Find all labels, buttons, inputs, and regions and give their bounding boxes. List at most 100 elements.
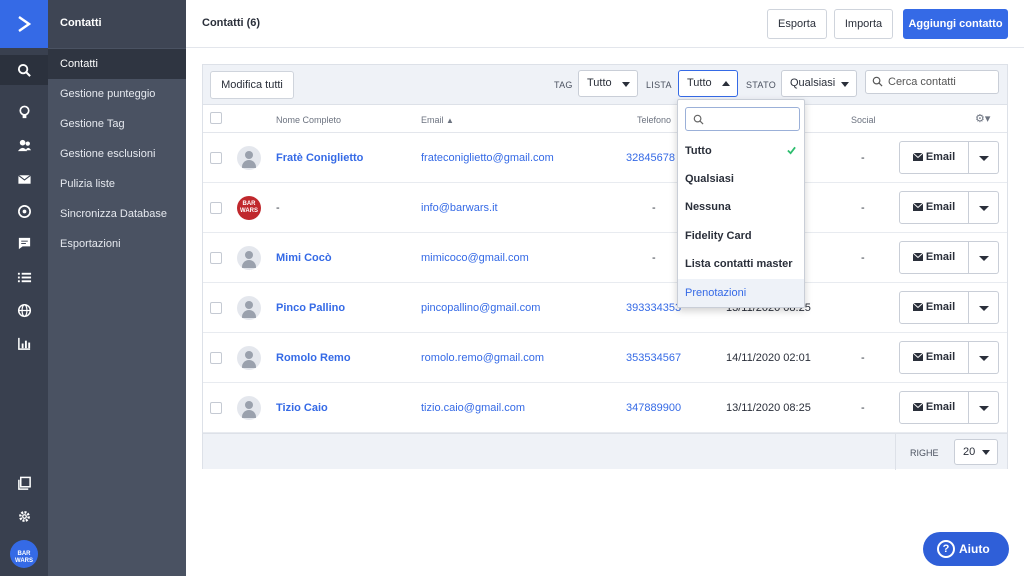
tag-select[interactable]: Tutto bbox=[578, 70, 638, 97]
list-select[interactable]: Tutto bbox=[678, 70, 738, 97]
dropdown-option-fidelity-card[interactable]: Fidelity Card bbox=[678, 222, 804, 250]
row-actions-dropdown[interactable] bbox=[969, 191, 999, 224]
person-avatar-icon bbox=[237, 346, 261, 370]
email-button[interactable]: Email bbox=[899, 291, 969, 324]
sidebar: Contatti Contatti Gestione punteggio Ges… bbox=[48, 0, 186, 576]
sidebar-item-gestione-tag[interactable]: Gestione Tag bbox=[48, 109, 186, 139]
contact-name[interactable]: Fratè Coniglietto bbox=[276, 152, 363, 164]
table-row[interactable]: Pinco Pallino pincopallino@gmail.com 39333… bbox=[203, 283, 1007, 333]
email-button[interactable]: Email bbox=[899, 141, 969, 174]
select-all-checkbox[interactable] bbox=[210, 112, 222, 124]
contact-email[interactable]: frateconiglietto@gmail.com bbox=[421, 152, 554, 164]
row-checkbox[interactable] bbox=[210, 202, 222, 214]
email-button[interactable]: Email bbox=[899, 241, 969, 274]
user-avatar[interactable]: BAR WARS bbox=[10, 540, 38, 568]
caret-down-icon bbox=[979, 156, 989, 161]
contact-phone[interactable]: 393334353 bbox=[626, 302, 681, 314]
table-footer: RIGHE 20 bbox=[203, 433, 1007, 470]
edit-all-button[interactable]: Modifica tutti bbox=[210, 71, 294, 99]
contacts-icon[interactable] bbox=[0, 130, 48, 160]
email-button-label: Email bbox=[925, 401, 956, 413]
column-name[interactable]: Nome Completo bbox=[276, 115, 341, 125]
envelope-icon bbox=[912, 252, 924, 261]
contact-name[interactable]: Romolo Remo bbox=[276, 352, 351, 364]
chat-icon[interactable] bbox=[0, 228, 48, 258]
contact-phone[interactable]: 353534567 bbox=[626, 352, 681, 364]
export-button[interactable]: Esporta bbox=[767, 9, 827, 39]
app-logo-icon[interactable] bbox=[0, 0, 48, 48]
contact-email[interactable]: pincopallino@gmail.com bbox=[421, 302, 540, 314]
sidebar-item-esportazioni[interactable]: Esportazioni bbox=[48, 229, 186, 259]
row-checkbox[interactable] bbox=[210, 302, 222, 314]
page-header: Contatti (6) Esporta Importa Aggiungi co… bbox=[186, 0, 1024, 48]
table-row[interactable]: Mimi Cocòmimicoco@gmail.com-31-Email bbox=[203, 233, 1007, 283]
target-icon[interactable] bbox=[0, 196, 48, 226]
envelope-icon[interactable] bbox=[0, 164, 48, 194]
list-select-value: Tutto bbox=[687, 77, 712, 89]
email-button[interactable]: Email bbox=[899, 341, 969, 374]
table-row[interactable]: BAR WARS-info@barwars.it-18-Email bbox=[203, 183, 1007, 233]
table-row[interactable]: Romolo Remo romolo.remo@gmail.com 35353456… bbox=[203, 333, 1007, 383]
envelope-icon bbox=[912, 152, 924, 161]
row-actions-dropdown[interactable] bbox=[969, 391, 999, 424]
contact-name[interactable]: Mimi Cocò bbox=[276, 252, 332, 264]
email-button-label: Email bbox=[925, 151, 956, 163]
status-select[interactable]: Qualsiasi bbox=[781, 70, 857, 97]
dropdown-option-lista-contatti-master[interactable]: Lista contatti master bbox=[678, 250, 804, 278]
dropdown-option-tutto[interactable]: Tutto bbox=[678, 137, 804, 165]
contact-social: - bbox=[861, 352, 865, 364]
email-button[interactable]: Email bbox=[899, 391, 969, 424]
row-checkbox[interactable] bbox=[210, 352, 222, 364]
help-button[interactable]: ? Aiuto bbox=[923, 532, 1009, 566]
contact-email[interactable]: mimicoco@gmail.com bbox=[421, 252, 529, 264]
lightbulb-icon[interactable] bbox=[0, 97, 48, 127]
caret-up-icon bbox=[722, 81, 730, 86]
email-button[interactable]: Email bbox=[899, 191, 969, 224]
chart-icon[interactable] bbox=[0, 328, 48, 358]
row-actions-dropdown[interactable] bbox=[969, 291, 999, 324]
person-avatar-icon bbox=[237, 146, 261, 170]
contact-email[interactable]: info@barwars.it bbox=[421, 202, 498, 214]
search-icon bbox=[872, 76, 883, 87]
sort-asc-icon: ▲ bbox=[446, 116, 454, 125]
contact-phone[interactable]: 32845678 bbox=[626, 152, 675, 164]
row-actions-dropdown[interactable] bbox=[969, 141, 999, 174]
sidebar-item-sincronizza-database[interactable]: Sincronizza Database bbox=[48, 199, 186, 229]
column-phone[interactable]: Telefono bbox=[637, 115, 671, 125]
contact-social: - bbox=[861, 152, 865, 164]
contact-email[interactable]: tizio.caio@gmail.com bbox=[421, 402, 525, 414]
import-button[interactable]: Importa bbox=[834, 9, 893, 39]
contact-name[interactable]: Pinco Pallino bbox=[276, 302, 345, 314]
rows-per-page-select[interactable]: 20 bbox=[954, 439, 998, 465]
sidebar-item-contatti[interactable]: Contatti bbox=[48, 49, 186, 79]
table-row[interactable]: Tizio Caio tizio.caio@gmail.com 347889900 1… bbox=[203, 383, 1007, 433]
row-actions-dropdown[interactable] bbox=[969, 241, 999, 274]
dropdown-option-qualsiasi[interactable]: Qualsiasi bbox=[678, 165, 804, 193]
contact-name[interactable]: Tizio Caio bbox=[276, 402, 328, 414]
dropdown-option-prenotazioni[interactable]: Prenotazioni bbox=[678, 279, 804, 307]
pages-icon[interactable] bbox=[0, 468, 48, 498]
contact-phone[interactable]: 347889900 bbox=[626, 402, 681, 414]
gear-icon[interactable] bbox=[0, 501, 48, 531]
sidebar-item-gestione-punteggio[interactable]: Gestione punteggio bbox=[48, 79, 186, 109]
sidebar-item-gestione-esclusioni[interactable]: Gestione esclusioni bbox=[48, 139, 186, 169]
search-icon[interactable] bbox=[0, 55, 48, 85]
main-content: Contatti (6) Esporta Importa Aggiungi co… bbox=[186, 0, 1024, 576]
row-actions-dropdown[interactable] bbox=[969, 341, 999, 374]
row-checkbox[interactable] bbox=[210, 252, 222, 264]
person-avatar-icon bbox=[237, 396, 261, 420]
sidebar-item-pulizia-liste[interactable]: Pulizia liste bbox=[48, 169, 186, 199]
dropdown-search-input[interactable] bbox=[685, 107, 800, 131]
list-icon[interactable] bbox=[0, 262, 48, 292]
dropdown-option-nessuna[interactable]: Nessuna bbox=[678, 193, 804, 221]
contact-email[interactable]: romolo.remo@gmail.com bbox=[421, 352, 544, 364]
column-settings-gear-icon[interactable]: ⚙▾ bbox=[975, 112, 990, 125]
globe-icon[interactable] bbox=[0, 295, 48, 325]
row-checkbox[interactable] bbox=[210, 402, 222, 414]
row-checkbox[interactable] bbox=[210, 152, 222, 164]
column-social[interactable]: Social bbox=[851, 115, 876, 125]
search-input[interactable]: Cerca contatti bbox=[865, 70, 999, 94]
add-contact-button[interactable]: Aggiungi contatto bbox=[903, 9, 1008, 39]
table-row[interactable]: Fratè Coniglietto frateconiglietto@gmail.… bbox=[203, 133, 1007, 183]
column-email[interactable]: Email ▲ bbox=[421, 115, 454, 125]
